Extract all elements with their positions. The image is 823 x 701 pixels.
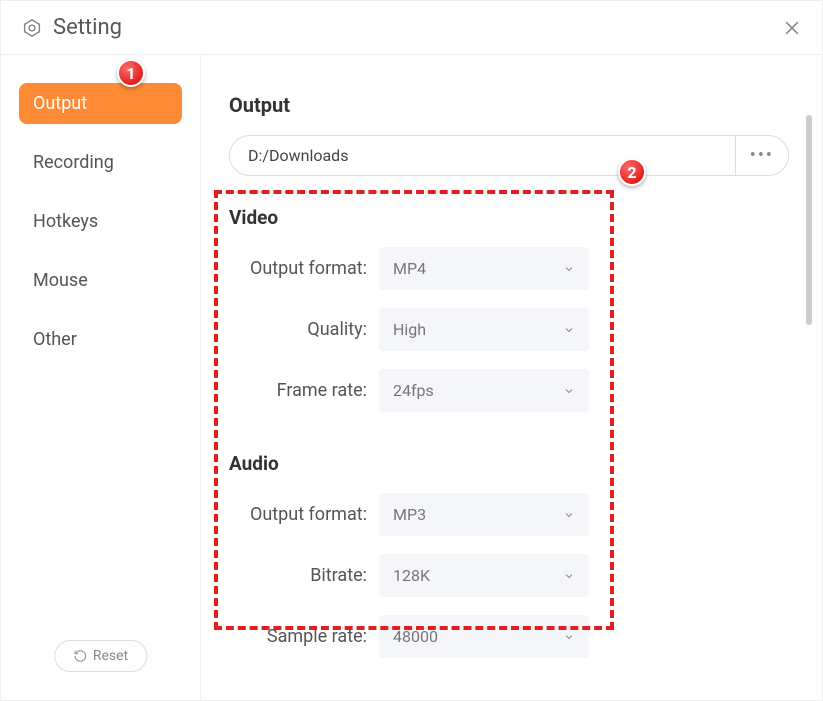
audio-format-label: Output format: <box>229 504 379 525</box>
browse-button[interactable]: ••• <box>735 135 789 176</box>
title-left: Setting <box>21 15 122 40</box>
reset-label: Reset <box>93 648 128 664</box>
ellipsis-icon: ••• <box>750 145 774 166</box>
sidebar: Output Recording Hotkeys Mouse Other Res… <box>1 55 201 700</box>
video-quality-label: Quality: <box>229 319 379 340</box>
sidebar-item-label: Hotkeys <box>33 211 98 232</box>
video-framerate-select[interactable]: 24fps <box>379 369 589 412</box>
chevron-down-icon <box>563 631 575 643</box>
video-quality-row: Quality: High <box>229 308 789 351</box>
select-value: 128K <box>393 566 430 585</box>
audio-bitrate-label: Bitrate: <box>229 565 379 586</box>
chevron-down-icon <box>563 570 575 582</box>
video-format-select[interactable]: MP4 <box>379 247 589 290</box>
section-heading-screenshot: Screenshot <box>229 698 789 700</box>
settings-window: Setting Output Recording Hotkeys Mouse O… <box>0 0 823 701</box>
reset-button[interactable]: Reset <box>54 640 147 672</box>
audio-format-row: Output format: MP3 <box>229 493 789 536</box>
sidebar-item-label: Recording <box>33 152 114 173</box>
audio-samplerate-select[interactable]: 48000 <box>379 615 589 658</box>
select-value: MP4 <box>393 259 426 278</box>
sidebar-item-mouse[interactable]: Mouse <box>19 260 182 301</box>
audio-group: Audio Output format: MP3 Bitrate: 128K <box>229 452 789 658</box>
scrollbar[interactable] <box>806 115 812 325</box>
select-value: High <box>393 320 426 339</box>
settings-icon <box>21 17 43 39</box>
sidebar-item-label: Mouse <box>33 270 88 291</box>
section-heading-video: Video <box>229 206 789 229</box>
select-value: 48000 <box>393 627 438 646</box>
chevron-down-icon <box>563 509 575 521</box>
section-heading-audio: Audio <box>229 452 789 475</box>
sidebar-item-hotkeys[interactable]: Hotkeys <box>19 201 182 242</box>
select-value: 24fps <box>393 381 434 400</box>
output-path-row: ••• <box>229 135 789 176</box>
sidebar-item-label: Other <box>33 329 77 350</box>
select-value: MP3 <box>393 505 426 524</box>
close-button[interactable] <box>782 18 802 38</box>
window-title: Setting <box>53 15 122 40</box>
sidebar-item-recording[interactable]: Recording <box>19 142 182 183</box>
chevron-down-icon <box>563 324 575 336</box>
content-inner: Output ••• Video Output format: MP4 <box>229 93 789 700</box>
content: Output ••• Video Output format: MP4 <box>201 55 822 700</box>
chevron-down-icon <box>563 385 575 397</box>
sidebar-item-other[interactable]: Other <box>19 319 182 360</box>
audio-samplerate-row: Sample rate: 48000 <box>229 615 789 658</box>
video-quality-select[interactable]: High <box>379 308 589 351</box>
video-group: Video Output format: MP4 Quality: High <box>229 206 789 412</box>
output-path-input[interactable] <box>229 135 735 176</box>
audio-bitrate-row: Bitrate: 128K <box>229 554 789 597</box>
annotation-badge-2: 2 <box>618 158 646 186</box>
sidebar-item-output[interactable]: Output <box>19 83 182 124</box>
video-format-label: Output format: <box>229 258 379 279</box>
video-framerate-row: Frame rate: 24fps <box>229 369 789 412</box>
titlebar: Setting <box>1 1 822 55</box>
section-heading-output: Output <box>229 93 789 117</box>
video-format-row: Output format: MP4 <box>229 247 789 290</box>
audio-bitrate-select[interactable]: 128K <box>379 554 589 597</box>
chevron-down-icon <box>563 263 575 275</box>
audio-samplerate-label: Sample rate: <box>229 626 379 647</box>
sidebar-item-label: Output <box>33 93 87 114</box>
body: Output Recording Hotkeys Mouse Other Res… <box>1 55 822 700</box>
annotation-badge-1: 1 <box>117 59 145 87</box>
video-framerate-label: Frame rate: <box>229 380 379 401</box>
refresh-icon <box>73 649 87 663</box>
audio-format-select[interactable]: MP3 <box>379 493 589 536</box>
